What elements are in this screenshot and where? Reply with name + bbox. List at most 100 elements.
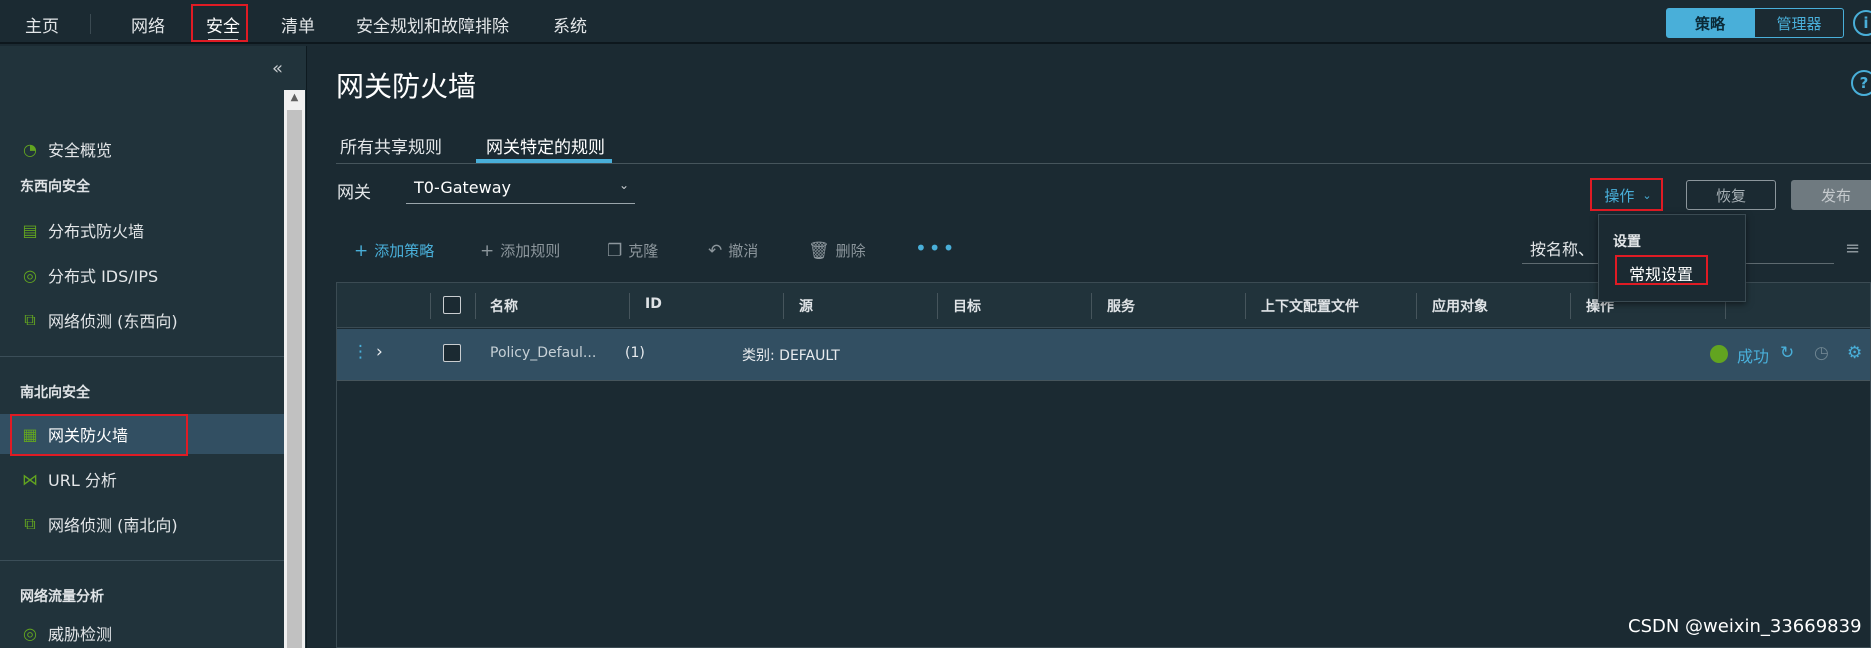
scrollbar-thumb[interactable] [287,110,302,648]
add-policy-label: 添加策略 [374,242,435,260]
sidebar-item-overview[interactable]: ◔ 安全概览 [0,129,284,169]
gear-icon[interactable]: ⚙ [1847,343,1862,363]
column-separator [475,293,476,319]
policy-category: 类别: DEFAULT [742,348,840,364]
policy-name[interactable]: Policy_Defaul... [490,345,596,361]
sidebar-divider [0,356,284,357]
column-separator [1245,293,1246,319]
info-icon[interactable]: i [1853,10,1871,36]
gateway-select-value: T0-Gateway [414,178,511,197]
sidebar-item-network-introspection-ew[interactable]: ⧉ 网络侦测 (东西向) [0,300,284,340]
sidebar-item-label: 分布式防火墙 [48,222,145,241]
nav-system[interactable]: 系统 [553,12,587,37]
column-separator [937,293,938,319]
nav-plan-troubleshoot[interactable]: 安全规划和故障排除 [356,12,509,37]
drag-handle-icon[interactable]: ⋮ [352,342,369,362]
collapse-sidebar-icon[interactable]: « [272,58,283,79]
url-analysis-icon: ⋈ [22,469,38,489]
manager-mode-toggle[interactable]: 管理器 [1754,8,1844,38]
introspection-icon: ⧉ [24,514,36,533]
gateway-select[interactable]: T0-Gateway ⌄ [406,176,635,204]
column-separator [430,293,431,319]
gateway-label: 网关 [337,183,371,203]
sidebar-item-distributed-ids[interactable]: ◎ 分布式 IDS/IPS [0,255,284,295]
operations-dropdown-menu: 设置 常规设置 [1598,214,1746,302]
success-status-icon [1710,345,1728,363]
chevron-down-icon: ⌄ [618,178,629,192]
undo-button[interactable]: ↶ 撤消 [708,240,758,261]
sidebar-item-threat-detection[interactable]: ◎ 威胁检测 [0,613,284,648]
history-icon[interactable]: ◷ [1814,343,1829,363]
nav-inventory[interactable]: 清单 [281,12,315,37]
plus-icon: + [354,240,369,261]
revert-button[interactable]: 恢复 [1686,180,1776,210]
sidebar-item-url-analysis[interactable]: ⋈ URL 分析 [0,459,284,499]
column-separator [629,293,630,319]
nav-home[interactable]: 主页 [25,12,59,37]
page-title: 网关防火墙 [336,70,477,103]
sidebar-heading-traffic-analysis: 网络流量分析 [20,589,104,605]
tabs-divider [336,163,1871,164]
scroll-up-icon[interactable]: ▲ [284,92,305,108]
help-icon[interactable]: ? [1851,70,1871,96]
sidebar-item-network-introspection-ns[interactable]: ⧉ 网络侦测 (南北向) [0,504,284,544]
column-header-id[interactable]: ID [645,296,662,312]
highlight-box-nav-security [191,4,248,42]
column-header-destination[interactable]: 目标 [953,296,981,316]
column-separator [1570,293,1571,319]
undo-icon: ↶ [708,240,723,261]
sidebar-item-label: 分布式 IDS/IPS [48,267,159,286]
highlight-box-operations [1590,178,1663,211]
column-header-source[interactable]: 源 [799,296,813,316]
target-icon: ◎ [23,265,37,285]
add-rule-label: 添加规则 [500,242,561,260]
sidebar-divider [0,560,284,561]
column-separator [1091,293,1092,319]
row-checkbox[interactable] [443,344,461,362]
filter-icon[interactable]: ≡ [1845,238,1860,259]
search-placeholder: 按名称、 [1530,240,1595,259]
sidebar-heading-east-west: 东西向安全 [20,179,90,195]
sidebar: « ◔ 安全概览 东西向安全 ▤ 分布式防火墙 ◎ 分布式 IDS/IPS ⧉ … [0,46,307,648]
column-separator [1416,293,1417,319]
refresh-icon[interactable]: ↻ [1780,343,1794,363]
highlight-box-general-settings [1615,255,1708,285]
column-header-applied-to[interactable]: 应用对象 [1432,296,1488,316]
threat-icon: ◎ [23,623,37,643]
undo-label: 撤消 [728,242,759,260]
top-navigation: 主页 网络 安全 清单 安全规划和故障排除 系统 策略 管理器 i [0,0,1871,44]
policy-rule-count: (1) [625,345,645,361]
chevron-right-icon[interactable]: › [376,342,383,362]
clone-button[interactable]: ❐ 克隆 [607,240,658,261]
select-all-checkbox[interactable] [443,296,461,314]
tab-gateway-specific-rules[interactable]: 网关特定的规则 [486,133,605,158]
table-row[interactable]: ⋮ › Policy_Defaul... (1) 类别: DEFAULT 成功 … [337,329,1870,381]
plus-icon: + [480,240,495,261]
sidebar-item-label: 网络侦测 (东西向) [48,312,178,331]
sidebar-heading-north-south: 南北向安全 [20,385,90,401]
tab-shared-rules[interactable]: 所有共享规则 [340,133,442,158]
publish-button[interactable]: 发布 [1791,180,1871,210]
delete-label: 删除 [835,242,866,260]
sidebar-item-label: URL 分析 [48,471,117,490]
sidebar-item-label: 威胁检测 [48,625,113,644]
policy-mode-toggle[interactable]: 策略 [1666,8,1754,38]
gauge-icon: ◔ [23,139,37,159]
nav-networking[interactable]: 网络 [131,12,165,37]
add-policy-button[interactable]: + 添加策略 [354,240,434,261]
sidebar-scrollbar[interactable]: ▲ [284,90,305,648]
sidebar-item-distributed-firewall[interactable]: ▤ 分布式防火墙 [0,210,284,250]
more-options-icon[interactable]: ••• [915,236,956,260]
policy-status[interactable]: 成功 [1737,343,1769,367]
watermark: CSDN @weixin_33669839 [1628,616,1862,637]
sidebar-item-label: 安全概览 [48,141,113,160]
add-rule-button[interactable]: + 添加规则 [480,240,560,261]
delete-button[interactable]: 🗑 删除 [808,240,866,261]
column-separator [783,293,784,319]
introspection-icon: ⧉ [24,310,36,329]
sidebar-item-label: 网络侦测 (南北向) [48,516,178,535]
column-header-context-profiles[interactable]: 上下文配置文件 [1261,296,1359,316]
column-header-name[interactable]: 名称 [490,296,518,316]
trash-icon: 🗑 [808,240,830,261]
column-header-services[interactable]: 服务 [1107,296,1135,316]
